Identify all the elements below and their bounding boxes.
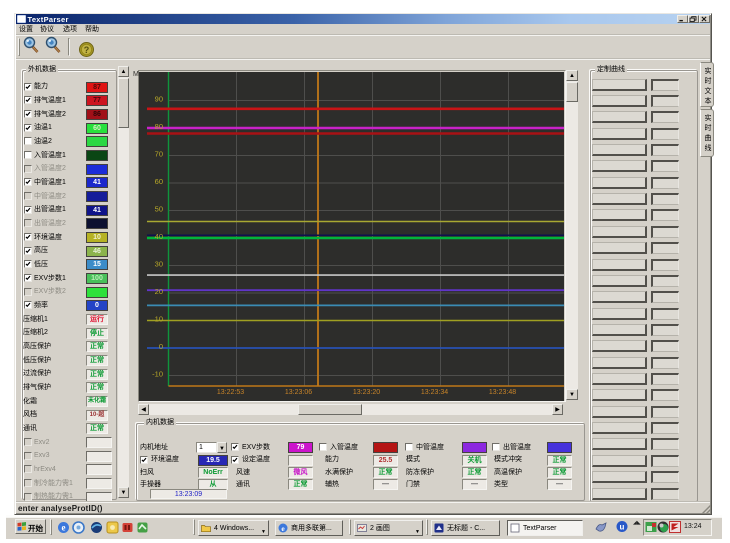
svg-text:70: 70 [155,149,163,158]
svg-text:10: 10 [155,314,163,323]
svg-text:13:22:53: 13:22:53 [217,389,244,396]
svg-text:-10: -10 [152,369,163,378]
svg-text:u: u [620,523,625,532]
svg-text:20: 20 [155,287,163,296]
svg-text:60: 60 [155,177,163,186]
svg-text:90: 90 [155,94,163,103]
svg-text:13:23:20: 13:23:20 [353,389,380,396]
svg-text:13:23:34: 13:23:34 [421,389,448,396]
svg-text:13:23:06: 13:23:06 [285,389,312,396]
svg-text:?: ? [84,44,90,54]
svg-text:13:23:48: 13:23:48 [489,389,516,396]
svg-text:30: 30 [155,259,163,268]
svg-text:50: 50 [155,204,163,213]
svg-text:0: 0 [159,342,163,351]
svg-text:e: e [62,523,66,533]
svg-text:40: 40 [155,232,163,241]
svg-text:80: 80 [155,122,163,131]
